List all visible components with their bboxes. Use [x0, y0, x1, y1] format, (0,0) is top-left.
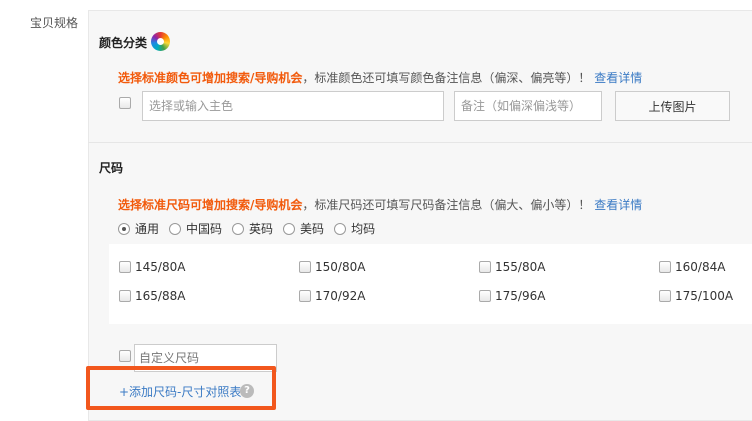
radio-dot: [283, 222, 296, 235]
size-options-box: 145/80A 150/80A 155/80A 160/84A 165/88A …: [109, 244, 752, 324]
section-divider: [88, 142, 752, 143]
size-checkbox[interactable]: [479, 261, 491, 273]
color-section-title: 颜色分类: [99, 36, 148, 50]
size-option[interactable]: 160/84A: [659, 260, 725, 274]
size-checkbox[interactable]: [659, 261, 671, 273]
size-hint: 选择标准尺码可增加搜索/导购机会，标准尺码还可填写尺码备注信息（偏大、偏小等）！…: [118, 196, 642, 213]
radio-uk-size[interactable]: 英码: [232, 220, 273, 237]
size-option[interactable]: 145/80A: [119, 260, 185, 274]
section-label: 宝贝规格: [30, 16, 79, 30]
size-checkbox[interactable]: [119, 290, 131, 302]
size-hint-text: ，标准尺码还可填写尺码备注信息（偏大、偏小等）！: [302, 198, 591, 212]
radio-dot: [334, 222, 347, 235]
radio-dot: [232, 222, 245, 235]
color-detail-link[interactable]: 查看详情: [594, 71, 642, 85]
size-checkbox[interactable]: [299, 290, 311, 302]
upload-image-button[interactable]: 上传图片: [615, 91, 730, 121]
size-detail-link[interactable]: 查看详情: [594, 198, 642, 212]
size-checkbox[interactable]: [119, 261, 131, 273]
size-checkbox[interactable]: [659, 290, 671, 302]
highlight-box: [86, 366, 276, 410]
size-section-title: 尺码: [99, 161, 124, 175]
color-hint: 选择标准颜色可增加搜索/导购机会，标准颜色还可填写颜色备注信息（偏深、偏亮等）！…: [118, 69, 642, 86]
size-option[interactable]: 170/92A: [299, 289, 365, 303]
color-wheel-icon: [151, 32, 170, 51]
size-checkbox[interactable]: [479, 290, 491, 302]
size-option[interactable]: 155/80A: [479, 260, 545, 274]
color-hint-highlight: 选择标准颜色可增加搜索/导购机会: [118, 71, 303, 85]
color-hint-text: ，标准颜色还可填写颜色备注信息（偏深、偏亮等）！: [302, 71, 591, 85]
size-checkbox[interactable]: [299, 261, 311, 273]
radio-china-size[interactable]: 中国码: [169, 220, 222, 237]
size-option[interactable]: 165/88A: [119, 289, 185, 303]
color-checkbox[interactable]: [119, 97, 131, 109]
radio-dot: [169, 222, 182, 235]
size-standard-radio-group: 通用 中国码 英码 美码 均码: [118, 220, 385, 237]
size-option[interactable]: 175/96A: [479, 289, 545, 303]
custom-size-checkbox[interactable]: [119, 350, 131, 362]
size-hint-highlight: 选择标准尺码可增加搜索/导购机会: [118, 198, 303, 212]
size-option[interactable]: 150/80A: [299, 260, 365, 274]
radio-general[interactable]: 通用: [118, 220, 159, 237]
main-color-input[interactable]: [142, 91, 444, 121]
color-note-input[interactable]: [454, 91, 602, 121]
radio-dot: [118, 222, 130, 235]
radio-us-size[interactable]: 美码: [283, 220, 324, 237]
radio-one-size[interactable]: 均码: [334, 220, 375, 237]
size-option[interactable]: 175/100A: [659, 289, 733, 303]
